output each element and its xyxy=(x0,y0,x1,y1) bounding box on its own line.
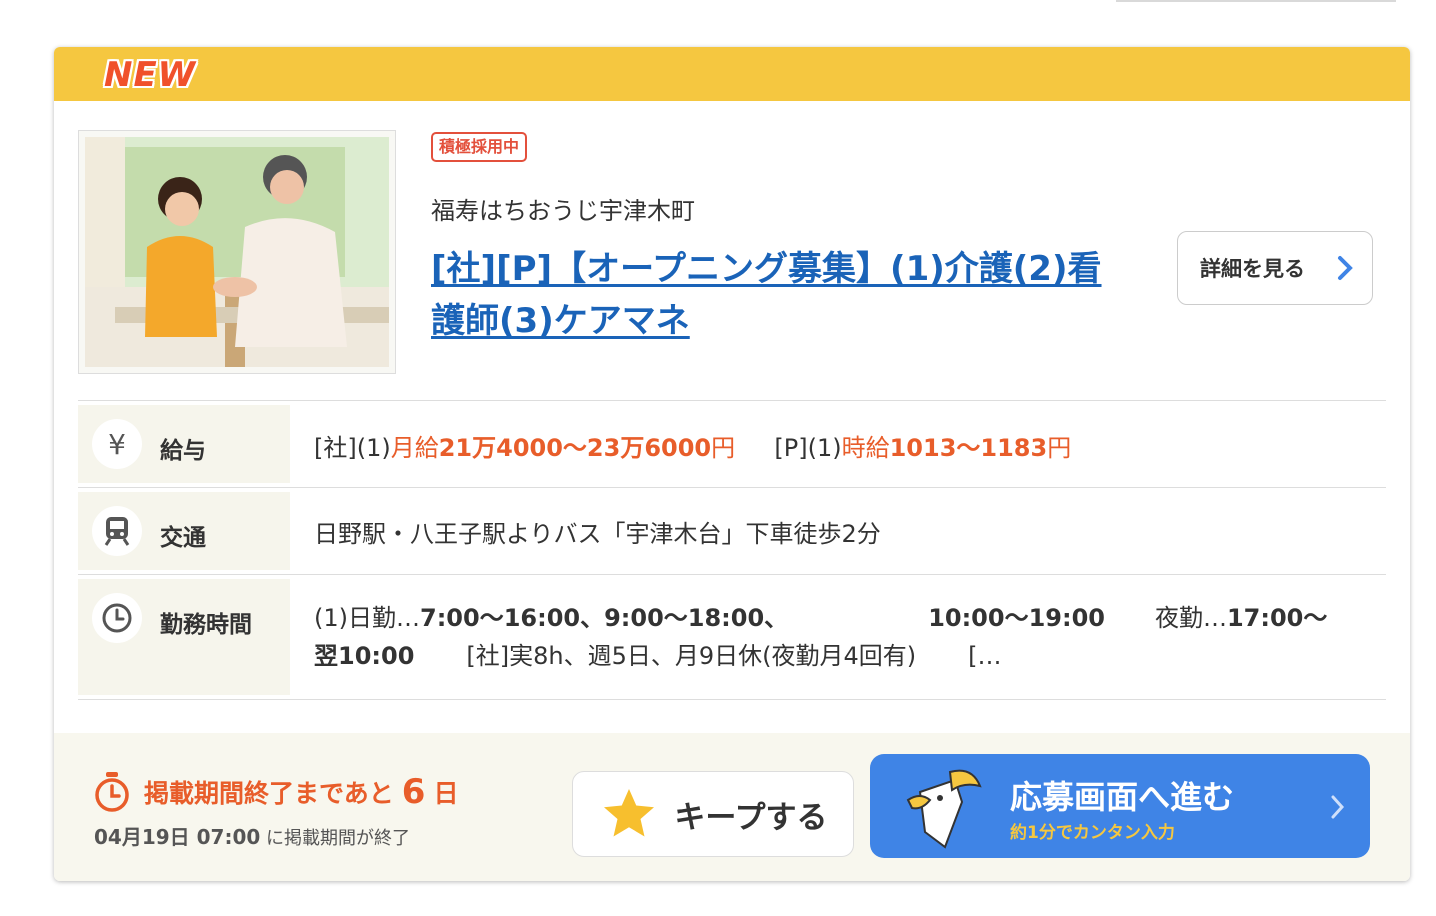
company-name: 福寿はちおうじ宇津木町 xyxy=(431,197,695,225)
keep-button[interactable]: キープする xyxy=(572,771,854,857)
chevron-right-icon xyxy=(1338,256,1353,280)
deadline-date-line: 04月19日 07:00 に掲載期間が終了 xyxy=(94,821,410,850)
access-label: 交通 xyxy=(160,525,206,551)
salary-unit-1: 月給 xyxy=(390,434,439,462)
hiring-tag: 積極採用中 xyxy=(431,132,528,162)
view-details-label: 詳細を見る xyxy=(1200,257,1305,281)
access-value: 日野駅・八王子駅よりバス「宇津木台」下車徒歩2分 xyxy=(314,520,881,548)
clock-icon xyxy=(92,593,142,643)
salary-unit-2: 時給 xyxy=(841,434,890,462)
star-icon xyxy=(604,789,655,837)
chevron-right-icon xyxy=(1331,795,1345,819)
deadline-unit: 日 xyxy=(433,779,459,808)
job-title-link[interactable]: [社][P]【オープニング募集】(1)介護(2)看護師(3)ケアマネ xyxy=(431,243,1131,347)
train-icon xyxy=(92,506,142,556)
hours-night-label: 夜勤… xyxy=(1154,604,1227,632)
salary-amount-1: 21万4000〜23万6000 xyxy=(438,434,712,462)
keep-label: キープする xyxy=(674,799,828,836)
deadline-notice: 掲載期間終了まであと 6 日 xyxy=(92,771,458,813)
hours-day-label: (1)日勤… xyxy=(314,604,420,632)
card-footer: 掲載期間終了まであと 6 日 04月19日 07:00 に掲載期間が終了 キープ… xyxy=(54,733,1410,881)
salary-type-1: [社](1) xyxy=(314,434,391,462)
salary-row: ¥ 給与 [社](1)月給21万4000〜23万6000円 [P](1)時給10… xyxy=(78,401,1386,488)
mascot-icon xyxy=(906,769,982,849)
hours-day-time-3: 10:00〜19:00 xyxy=(928,604,1105,632)
hours-conditions: [社]実8h、週5日、月9日休(夜勤月4回有) xyxy=(466,642,917,670)
apply-label: 応募画面へ進む xyxy=(1010,778,1235,816)
hours-more: [… xyxy=(968,642,1002,670)
hours-row: 勤務時間 (1)日勤…7:00〜16:00、9:00〜18:00、 10:00〜1… xyxy=(78,575,1386,700)
hours-day-times: 7:00〜16:00、9:00〜18:00、 xyxy=(420,604,789,632)
salary-yen-1: 円 xyxy=(711,434,736,462)
salary-amount-2: 1013〜1183 xyxy=(889,434,1048,462)
new-band: NEW xyxy=(54,47,1410,101)
new-badge: NEW xyxy=(104,55,197,95)
deadline-date: 04月19日 07:00 xyxy=(94,825,261,849)
hours-night-end: 翌10:00 xyxy=(314,642,415,670)
yen-icon: ¥ xyxy=(92,419,142,469)
hours-label: 勤務時間 xyxy=(160,612,252,638)
deadline-prefix: 掲載期間終了まであと xyxy=(144,779,394,808)
apply-sublabel: 約1分でカンタン入力 xyxy=(1010,823,1175,843)
hours-night-start: 17:00〜 xyxy=(1226,604,1328,632)
job-card: NEW 積極採用中 福寿はちおうじ宇津木町 [社][P]【オープニング募集】(1… xyxy=(54,47,1410,881)
salary-yen-2: 円 xyxy=(1047,434,1072,462)
salary-value: [社](1)月給21万4000〜23万6000円 [P](1)時給1013〜11… xyxy=(290,401,1386,487)
deadline-days: 6 xyxy=(401,772,426,812)
stopwatch-icon xyxy=(95,772,129,812)
salary-type-2: [P](1) xyxy=(774,434,842,462)
job-photo[interactable] xyxy=(78,130,396,374)
caregiver-photo-illustration xyxy=(85,137,389,367)
top-divider xyxy=(1116,0,1396,2)
salary-label: 給与 xyxy=(160,438,206,464)
view-details-button[interactable]: 詳細を見る xyxy=(1177,231,1373,305)
access-row: 交通 日野駅・八王子駅よりバス「宇津木台」下車徒歩2分 xyxy=(78,488,1386,575)
deadline-suffix: に掲載期間が終了 xyxy=(266,828,411,849)
job-info-table: ¥ 給与 [社](1)月給21万4000〜23万6000円 [P](1)時給10… xyxy=(78,400,1386,700)
apply-button[interactable]: 応募画面へ進む 約1分でカンタン入力 xyxy=(870,754,1370,858)
hours-value: (1)日勤…7:00〜16:00、9:00〜18:00、 10:00〜19:00 夜… xyxy=(290,575,1386,699)
